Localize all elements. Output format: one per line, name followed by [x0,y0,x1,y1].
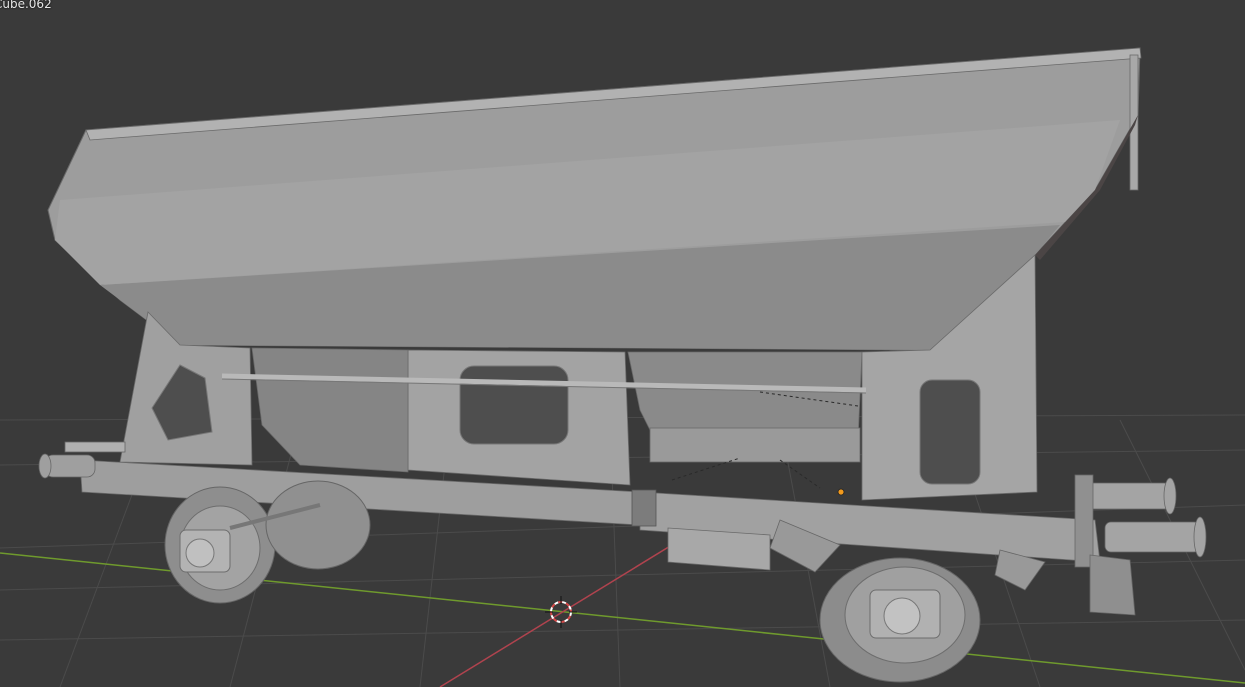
x-axis-line [439,539,681,687]
active-object-label: Cube.062 [0,0,52,11]
chassis-coupling-box [631,489,657,527]
center-step-box [667,527,771,571]
side-window-center[interactable] [459,365,569,445]
viewport-scene[interactable] [0,0,1245,687]
hopper-door[interactable] [649,427,861,463]
hopper-chute-left [251,347,409,473]
hopper-wagon-model[interactable] [38,47,1207,683]
3d-viewport[interactable]: Cube.062 [0,0,1245,687]
side-window-right[interactable] [919,379,981,485]
object-origin-point[interactable] [837,488,845,496]
